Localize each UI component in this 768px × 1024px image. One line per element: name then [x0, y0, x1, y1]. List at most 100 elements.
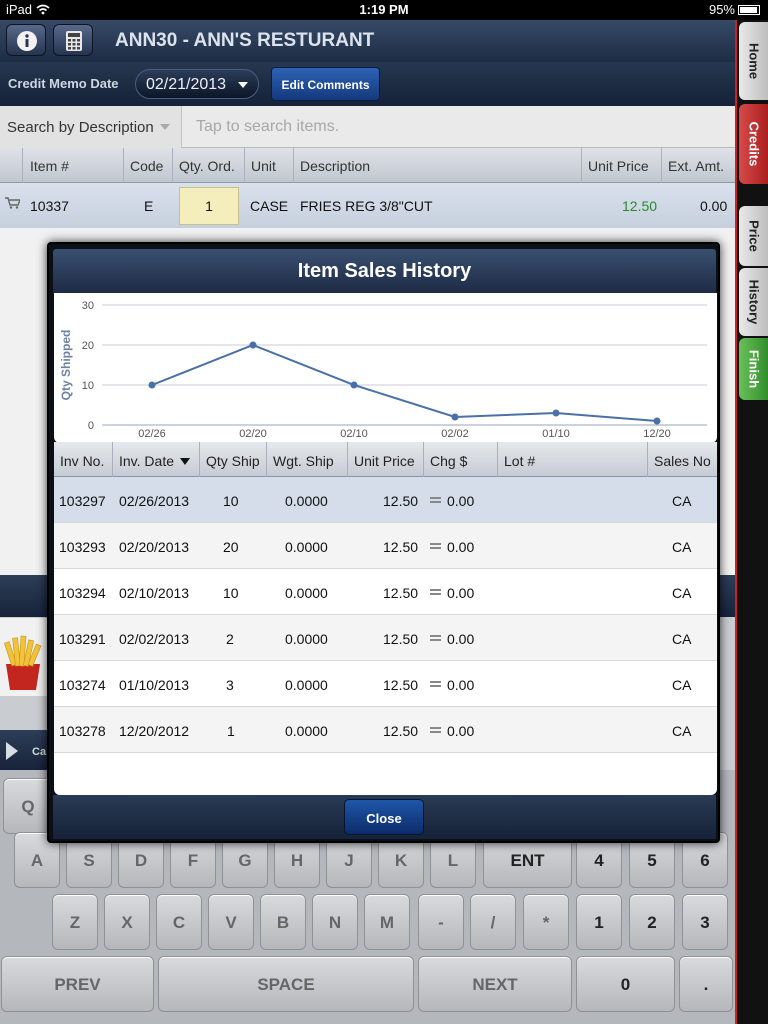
inv-no-column-header[interactable]: Inv No. — [54, 442, 113, 477]
ext-amt-column-header[interactable]: Ext. Amt. — [662, 148, 735, 183]
product-image — [0, 618, 48, 696]
key-space[interactable]: SPACE — [158, 956, 414, 1012]
inv-date-cell: 02/02/2013 — [119, 631, 190, 647]
history-row[interactable]: 103274 01/10/2013 3 0.0000 12.50 0.00 CA — [54, 661, 717, 707]
sales-no-cell: CA — [672, 677, 692, 693]
key-b[interactable]: B — [260, 894, 306, 950]
info-icon — [17, 31, 37, 51]
key-0[interactable]: 0 — [576, 956, 675, 1012]
clock: 1:19 PM — [359, 2, 409, 17]
data-point — [249, 341, 257, 349]
tab-price[interactable]: Price — [739, 206, 768, 266]
data-point — [350, 381, 358, 389]
key-prev[interactable]: PREV — [1, 956, 154, 1012]
chg-column-header[interactable]: Chg $ — [424, 442, 498, 477]
inv-no-cell: 103293 — [59, 539, 106, 555]
unit-price-cell: 12.50 — [383, 493, 419, 509]
history-row[interactable]: 103291 02/02/2013 2 0.0000 12.50 0.00 CA — [54, 615, 717, 661]
chg-cell: 0.00 — [430, 631, 474, 647]
item-column-header[interactable]: Item # — [23, 148, 124, 183]
unit-price-cell: 12.50 — [383, 723, 419, 739]
dialog-title: Item Sales History — [53, 249, 716, 294]
key-v[interactable]: V — [208, 894, 254, 950]
sales-no-cell: CA — [672, 585, 692, 601]
unit-price-column-header[interactable]: Unit Price — [582, 148, 662, 183]
key-q[interactable]: Q — [3, 778, 53, 834]
data-point — [451, 413, 459, 421]
key-minus[interactable]: - — [418, 894, 464, 950]
history-row[interactable]: 103297 02/26/2013 10 0.0000 12.50 0.00 C… — [54, 477, 717, 523]
sales-no-column-header[interactable]: Sales No — [648, 442, 717, 477]
description-column-header[interactable]: Description — [294, 148, 582, 183]
info-button[interactable] — [6, 24, 46, 56]
app-window: ANN30 - ANN'S RESTURANT Credit Memo Date… — [0, 20, 735, 1024]
tab-home[interactable]: Home — [739, 22, 768, 100]
fries-image — [4, 635, 42, 690]
calculator-icon — [66, 31, 82, 51]
history-row[interactable]: 103278 12/20/2012 1 0.0000 12.50 0.00 CA — [54, 707, 717, 753]
data-point — [148, 381, 156, 389]
key-next[interactable]: NEXT — [418, 956, 572, 1012]
item-number: 10337 — [30, 198, 69, 214]
key-m[interactable]: M — [364, 894, 410, 950]
qty-ship-cell: 10 — [223, 493, 239, 509]
note-lines-icon — [430, 681, 441, 687]
qty-ship-column-header[interactable]: Qty Ship — [200, 442, 267, 477]
history-table-header: Inv No. Inv. Date Qty Ship Wgt. Ship Uni… — [54, 442, 717, 477]
chg-cell: 0.00 — [430, 723, 474, 739]
key-z[interactable]: Z — [52, 894, 98, 950]
lot-column-header[interactable]: Lot # — [498, 442, 648, 477]
close-button[interactable]: Close — [344, 799, 424, 835]
wgt-ship-cell: 0.0000 — [285, 631, 328, 647]
item-search-input[interactable] — [184, 109, 729, 145]
x-tick-label: 02/26 — [138, 428, 166, 440]
key-decimal[interactable]: . — [679, 956, 733, 1012]
battery-icon — [738, 5, 760, 15]
unit-price-column-header[interactable]: Unit Price — [348, 442, 424, 477]
note-lines-icon — [430, 635, 441, 641]
item-sales-history-dialog: Item Sales History 0 10 20 30 02/26 02/20 02/1… — [47, 242, 720, 843]
tab-credits[interactable]: Credits — [739, 104, 768, 184]
key-n[interactable]: N — [312, 894, 358, 950]
unit-column-header[interactable]: Unit — [245, 148, 294, 183]
edit-comments-button[interactable]: Edit Comments — [271, 67, 380, 101]
qty-column-header[interactable]: Qty. Ord. — [173, 148, 245, 183]
history-row[interactable]: 103294 02/10/2013 10 0.0000 12.50 0.00 C… — [54, 569, 717, 615]
sales-no-cell: CA — [672, 539, 692, 555]
wgt-ship-cell: 0.0000 — [285, 539, 328, 555]
tab-history[interactable]: History — [739, 268, 768, 336]
key-c[interactable]: C — [156, 894, 202, 950]
order-item-row[interactable]: 10337 E 1 CASE FRIES REG 3/8"CUT 12.50 0… — [0, 183, 735, 228]
key-asterisk[interactable]: * — [523, 894, 569, 950]
tab-finish[interactable]: Finish — [739, 338, 768, 400]
item-description: FRIES REG 3/8"CUT — [300, 198, 433, 214]
chg-cell: 0.00 — [430, 493, 474, 509]
key-2[interactable]: 2 — [629, 894, 675, 950]
chg-cell: 0.00 — [430, 677, 474, 693]
series-line — [151, 343, 658, 422]
key-slash[interactable]: / — [470, 894, 516, 950]
wgt-ship-cell: 0.0000 — [285, 493, 328, 509]
history-row[interactable]: 103293 02/20/2013 20 0.0000 12.50 0.00 C… — [54, 523, 717, 569]
search-row: Search by Description — [0, 106, 735, 148]
key-3[interactable]: 3 — [682, 894, 728, 950]
inv-no-cell: 103274 — [59, 677, 106, 693]
dropdown-arrow-icon — [159, 124, 170, 130]
code-column-header[interactable]: Code — [124, 148, 173, 183]
unit-price-cell: 12.50 — [383, 585, 419, 601]
inv-date-column-header[interactable]: Inv. Date — [113, 442, 200, 477]
calculator-button[interactable] — [53, 24, 93, 56]
credit-memo-date-label: Credit Memo Date — [8, 76, 119, 91]
wgt-ship-cell: 0.0000 — [285, 723, 328, 739]
key-x[interactable]: X — [104, 894, 150, 950]
key-1[interactable]: 1 — [576, 894, 622, 950]
icon-column-header — [0, 148, 23, 183]
inv-no-cell: 103294 — [59, 585, 106, 601]
cart-icon — [5, 197, 20, 209]
inv-date-cell: 02/20/2013 — [119, 539, 190, 555]
credit-memo-date-picker[interactable]: 02/21/2013 — [135, 69, 259, 99]
inv-date-cell: 12/20/2012 — [119, 723, 190, 739]
qty-ordered-field[interactable]: 1 — [179, 187, 239, 225]
search-mode-dropdown[interactable]: Search by Description — [0, 106, 182, 148]
wgt-ship-column-header[interactable]: Wgt. Ship — [267, 442, 348, 477]
